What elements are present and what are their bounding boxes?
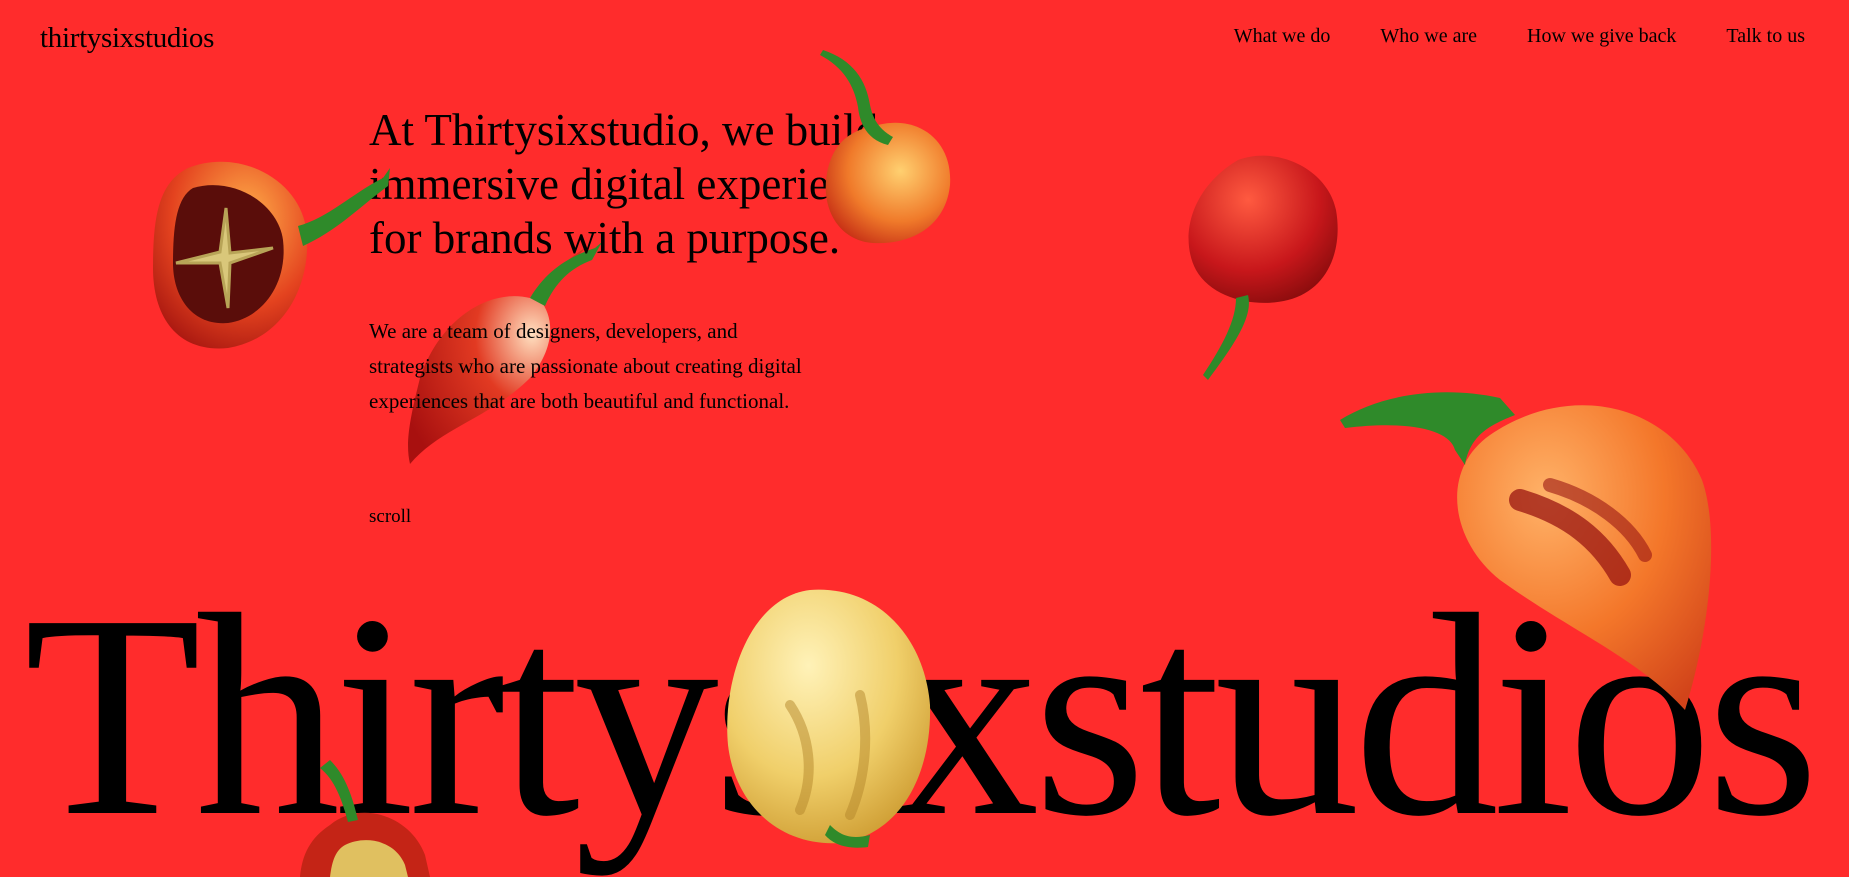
pepper-icon bbox=[727, 589, 931, 848]
nav-link-how-we-give-back[interactable]: How we give back bbox=[1527, 25, 1676, 48]
hero-description: We are a team of designers, developers, … bbox=[369, 319, 802, 413]
pepper-icon bbox=[1188, 155, 1338, 380]
scroll-indicator[interactable]: scroll bbox=[369, 506, 411, 528]
nav-link-talk-to-us[interactable]: Talk to us bbox=[1726, 25, 1805, 48]
nav-link-who-we-are[interactable]: Who we are bbox=[1380, 25, 1477, 48]
main-nav: What we do Who we are How we give back T… bbox=[1234, 25, 1805, 48]
pepper-icon bbox=[820, 50, 951, 244]
nav-link-what-we-do[interactable]: What we do bbox=[1234, 25, 1331, 48]
pepper-icon bbox=[300, 760, 430, 877]
pepper-icon bbox=[153, 161, 390, 349]
site-logo[interactable]: thirtysixstudios bbox=[40, 22, 214, 55]
pepper-icon bbox=[1340, 392, 1712, 710]
